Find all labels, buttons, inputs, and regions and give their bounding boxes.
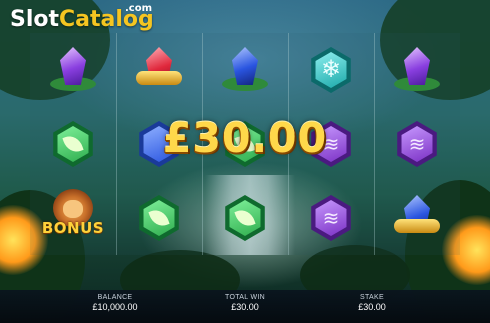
- reel-cell: [116, 33, 202, 107]
- total-win-value: £30.00: [231, 302, 259, 312]
- reel-cell: [202, 33, 288, 107]
- bottom-status-bar: BALANCE £10,000.00 TOTAL WIN £30.00 STAK…: [0, 290, 490, 323]
- reel-cell: [116, 181, 202, 255]
- swirl-icon: ≋: [408, 134, 426, 156]
- crystal-red-gold-symbol: [130, 41, 188, 99]
- crystal-purple-symbol: [44, 41, 102, 99]
- balance-value: £10,000.00: [92, 302, 138, 312]
- green-leaf-gem-symbol: [44, 115, 102, 173]
- stake-display[interactable]: STAKE £30.00: [327, 294, 417, 312]
- balance-display: BALANCE £10,000.00: [70, 294, 160, 312]
- balance-label: BALANCE: [97, 294, 133, 301]
- green-leaf-gem-symbol: [130, 189, 188, 247]
- reel-1: BONUS: [30, 33, 116, 255]
- reel-cell: [202, 181, 288, 255]
- gold-ornament-icon: [136, 71, 182, 85]
- reel-cell: ≋: [288, 181, 374, 255]
- reel-cell: [374, 181, 460, 255]
- stake-label: STAKE: [360, 294, 384, 301]
- crystal-blue-gold-symbol: [388, 189, 446, 247]
- win-amount-overlay: £30.00: [162, 114, 328, 162]
- green-leaf-gem-symbol: [216, 189, 274, 247]
- teal-snowflake-gem-symbol: ❄: [302, 41, 360, 99]
- reel-cell: [30, 33, 116, 107]
- slotcatalog-watermark: SlotCatalog .com: [10, 3, 154, 37]
- reel-cell: ❄: [288, 33, 374, 107]
- bonus-label: BONUS: [41, 219, 105, 237]
- game-scene: BONUS ❄ ≋ ≋ ≋ £30.00 SlotCatalog .com: [0, 0, 490, 323]
- stake-value: £30.00: [358, 302, 386, 312]
- purple-swirl-gem-symbol: ≋: [302, 189, 360, 247]
- reel-5: ≋: [374, 33, 460, 255]
- reel-cell: [30, 107, 116, 181]
- purple-swirl-gem-symbol: ≋: [388, 115, 446, 173]
- reel-cell: BONUS: [30, 181, 116, 255]
- gold-ornament-icon: [394, 219, 440, 233]
- reel-cell: ≋: [374, 107, 460, 181]
- logo-domain-text: .com: [125, 3, 153, 14]
- reel-cell: [374, 33, 460, 107]
- total-win-label: TOTAL WIN: [225, 294, 265, 301]
- swirl-icon: ≋: [322, 208, 340, 230]
- logo-slot-text: Slot: [10, 7, 60, 32]
- crystal-purple-symbol: [388, 41, 446, 99]
- crystal-blue-symbol: [216, 41, 274, 99]
- bonus-lion-symbol: BONUS: [42, 189, 104, 247]
- total-win-display: TOTAL WIN £30.00: [200, 294, 290, 312]
- snowflake-icon: ❄: [320, 56, 342, 83]
